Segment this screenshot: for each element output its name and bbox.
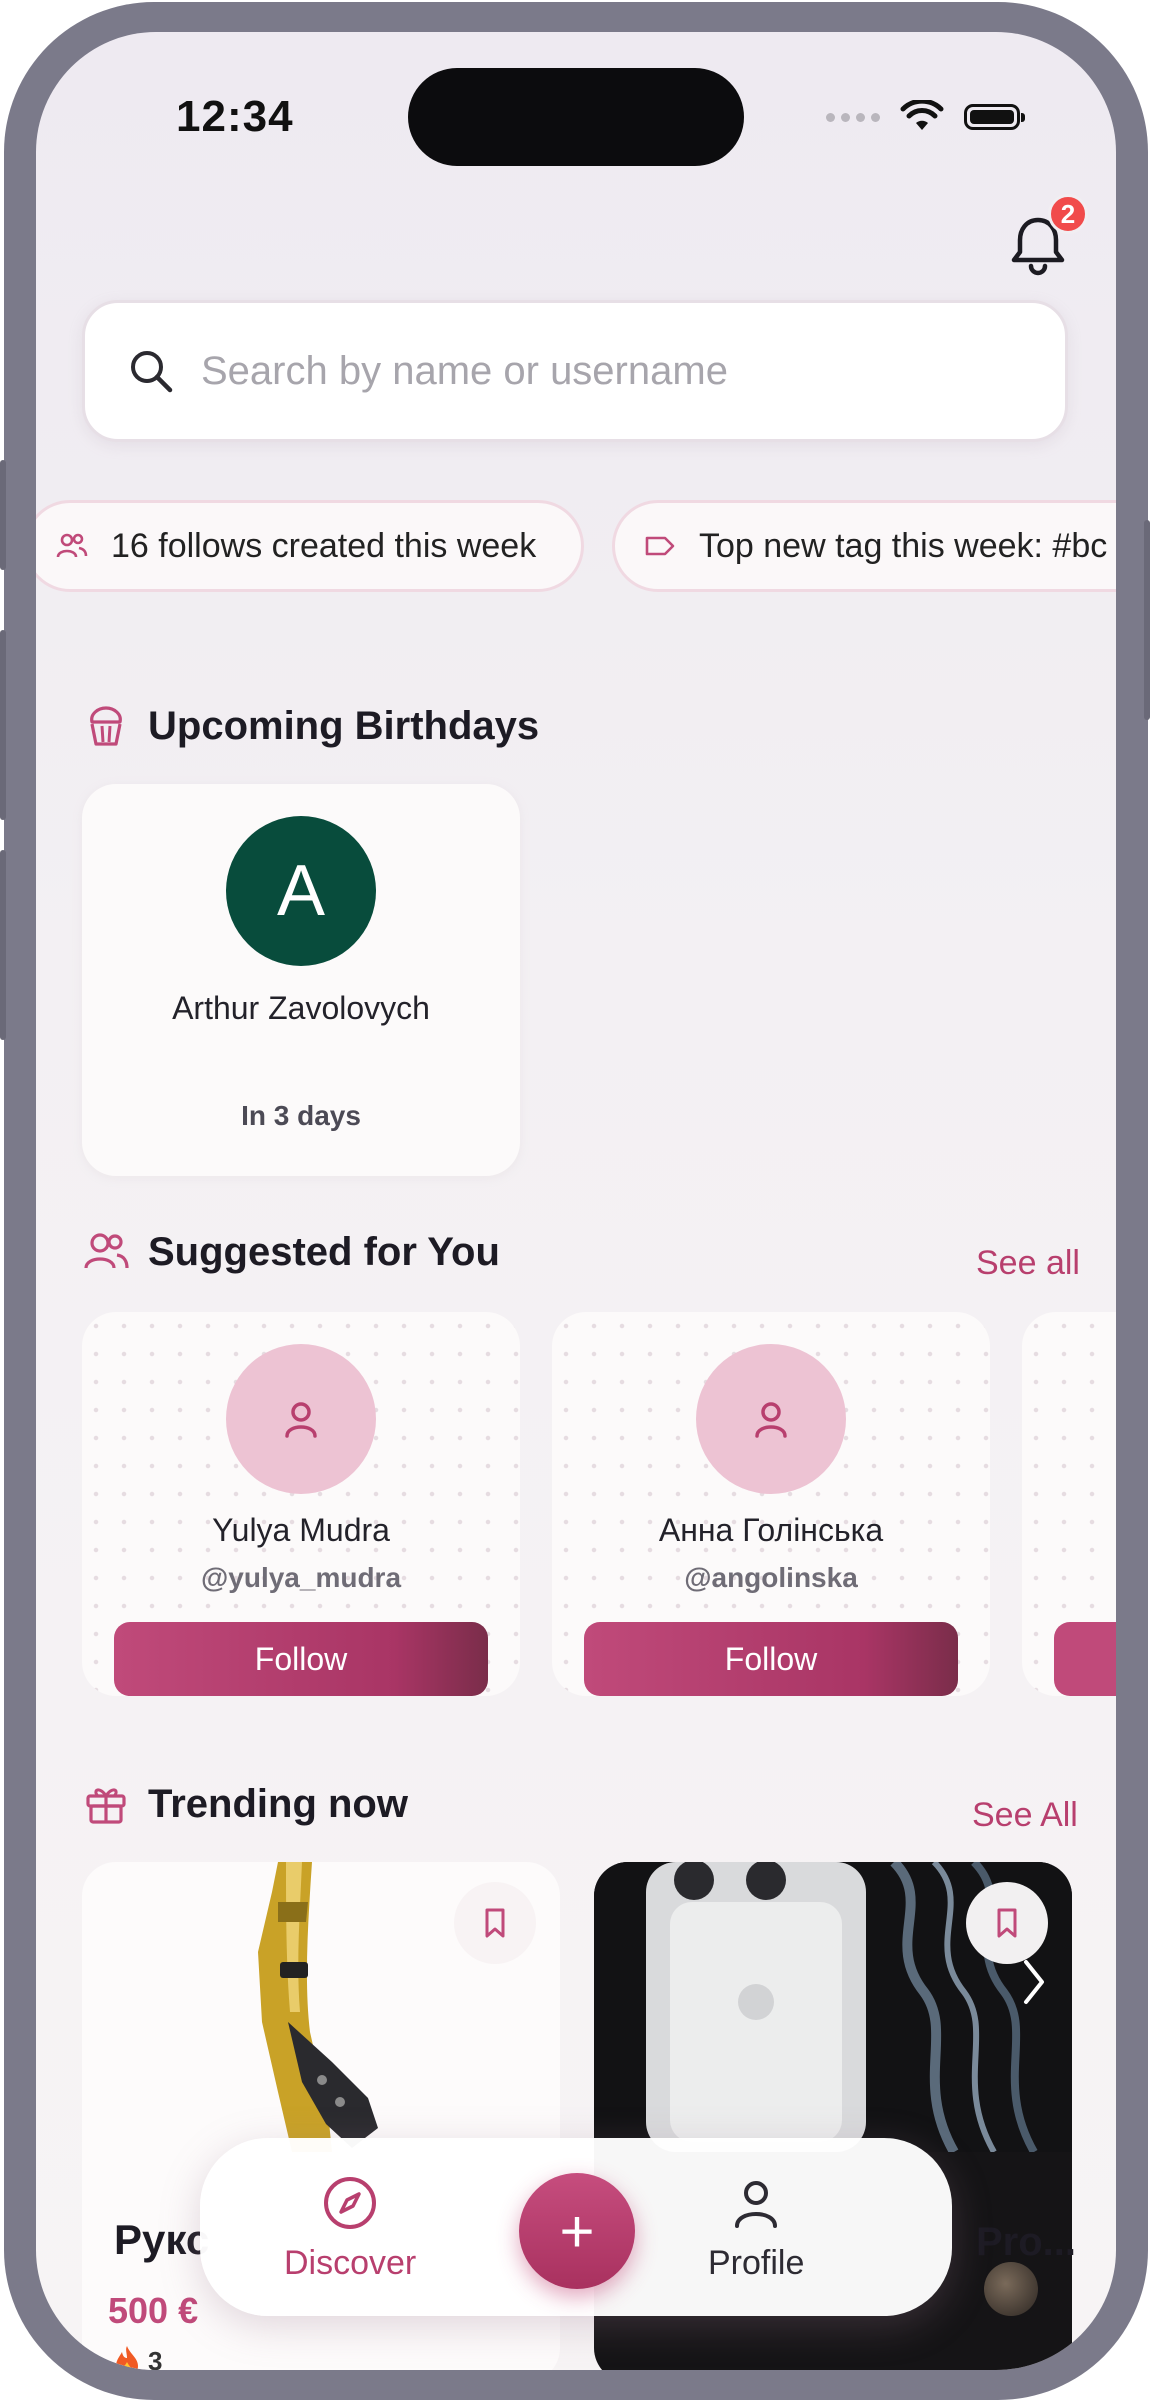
product-title: Рукс [114, 2216, 210, 2263]
suggested-handle: @yulya_mudra [200, 1562, 402, 1593]
app-screen: 12:34 2 16 follows created thi [36, 32, 1116, 2370]
product-price: 500 € [108, 2290, 199, 2331]
birthday-name: Arthur Zavolovych [172, 990, 430, 1026]
suggested-card[interactable]: Yulya Mudra @yulya_mudra Follow [82, 1312, 520, 1696]
tag-icon [645, 536, 675, 556]
status-time: 12:34 [176, 92, 294, 141]
nav-profile[interactable]: Profile [708, 2174, 804, 2283]
users-icon [56, 533, 88, 558]
chip-follows-this-week[interactable]: 16 follows created this week [36, 500, 584, 592]
fire-icon [116, 2346, 138, 2370]
add-button[interactable]: + [519, 2173, 635, 2289]
suggested-card[interactable]: Анна Голінська @angolinska Follow [552, 1312, 990, 1696]
birthday-card[interactable]: A Arthur Zavolovych In 3 days [82, 784, 520, 1176]
suggested-handle: @angolinska [684, 1562, 858, 1593]
suggested-card-partial[interactable] [1022, 1312, 1116, 1696]
cellular-signal-icon [826, 112, 880, 122]
birthday-countdown: In 3 days [241, 1100, 361, 1131]
section-title-text: Trending now [148, 1781, 408, 1826]
user-icon [755, 1402, 787, 1438]
avatar [226, 1344, 376, 1494]
nav-discover[interactable]: Discover [284, 2174, 416, 2283]
section-title-text: Upcoming Birthdays [148, 703, 540, 748]
section-title-suggested: Suggested for You [82, 1228, 500, 1276]
suggested-name: Yulya Mudra [212, 1512, 390, 1548]
search-input[interactable] [199, 347, 963, 395]
volume-button [0, 630, 6, 820]
user-icon [735, 2181, 778, 2228]
search-icon [131, 351, 173, 393]
product-title: Pro... [976, 2220, 1077, 2264]
notification-badge: 2 [1048, 194, 1088, 234]
battery-icon [964, 104, 1025, 130]
suggested-name: Анна Голінська [658, 1512, 884, 1548]
cake-icon [90, 706, 122, 746]
dynamic-island [408, 68, 744, 166]
volume-button [0, 460, 6, 570]
users-icon [84, 1233, 129, 1269]
avatar [696, 1344, 846, 1494]
volume-button [0, 850, 6, 1040]
chip-label: Top new tag this week: #bc [699, 526, 1108, 565]
compass-icon [324, 2177, 377, 2229]
nav-label: Discover [284, 2244, 417, 2282]
see-all-trending-link[interactable]: See All [972, 1796, 1078, 1835]
avatar [984, 2262, 1038, 2316]
product-likes: 3 [112, 2344, 162, 2370]
bookmark-icon [485, 1908, 505, 1938]
wifi-icon [900, 100, 944, 130]
bookmark-button[interactable] [454, 1882, 536, 1964]
side-button [1144, 520, 1150, 720]
chip-label: 16 follows created this week [111, 526, 537, 565]
bookmark-icon [997, 1908, 1017, 1938]
search-bar[interactable] [82, 300, 1068, 442]
avatar: A [226, 816, 376, 966]
chip-top-new-tag[interactable]: Top new tag this week: #bc [612, 500, 1116, 592]
chevron-right-icon[interactable] [1014, 1952, 1054, 2012]
see-all-suggested-link[interactable]: See all [976, 1244, 1080, 1283]
section-title-birthdays: Upcoming Birthdays [82, 702, 539, 750]
section-title-text: Suggested for You [148, 1229, 500, 1274]
follow-button[interactable]: Follow [114, 1622, 488, 1696]
section-title-trending: Trending now [82, 1780, 408, 1828]
status-indicators [826, 100, 1025, 134]
likes-count: 3 [148, 2345, 163, 2371]
follow-button[interactable] [1054, 1622, 1116, 1696]
nav-label: Profile [708, 2244, 805, 2282]
follow-button[interactable]: Follow [584, 1622, 958, 1696]
user-icon [285, 1402, 317, 1438]
gift-icon [86, 1788, 126, 1824]
bottom-nav: Discover + Profile [200, 2138, 952, 2316]
